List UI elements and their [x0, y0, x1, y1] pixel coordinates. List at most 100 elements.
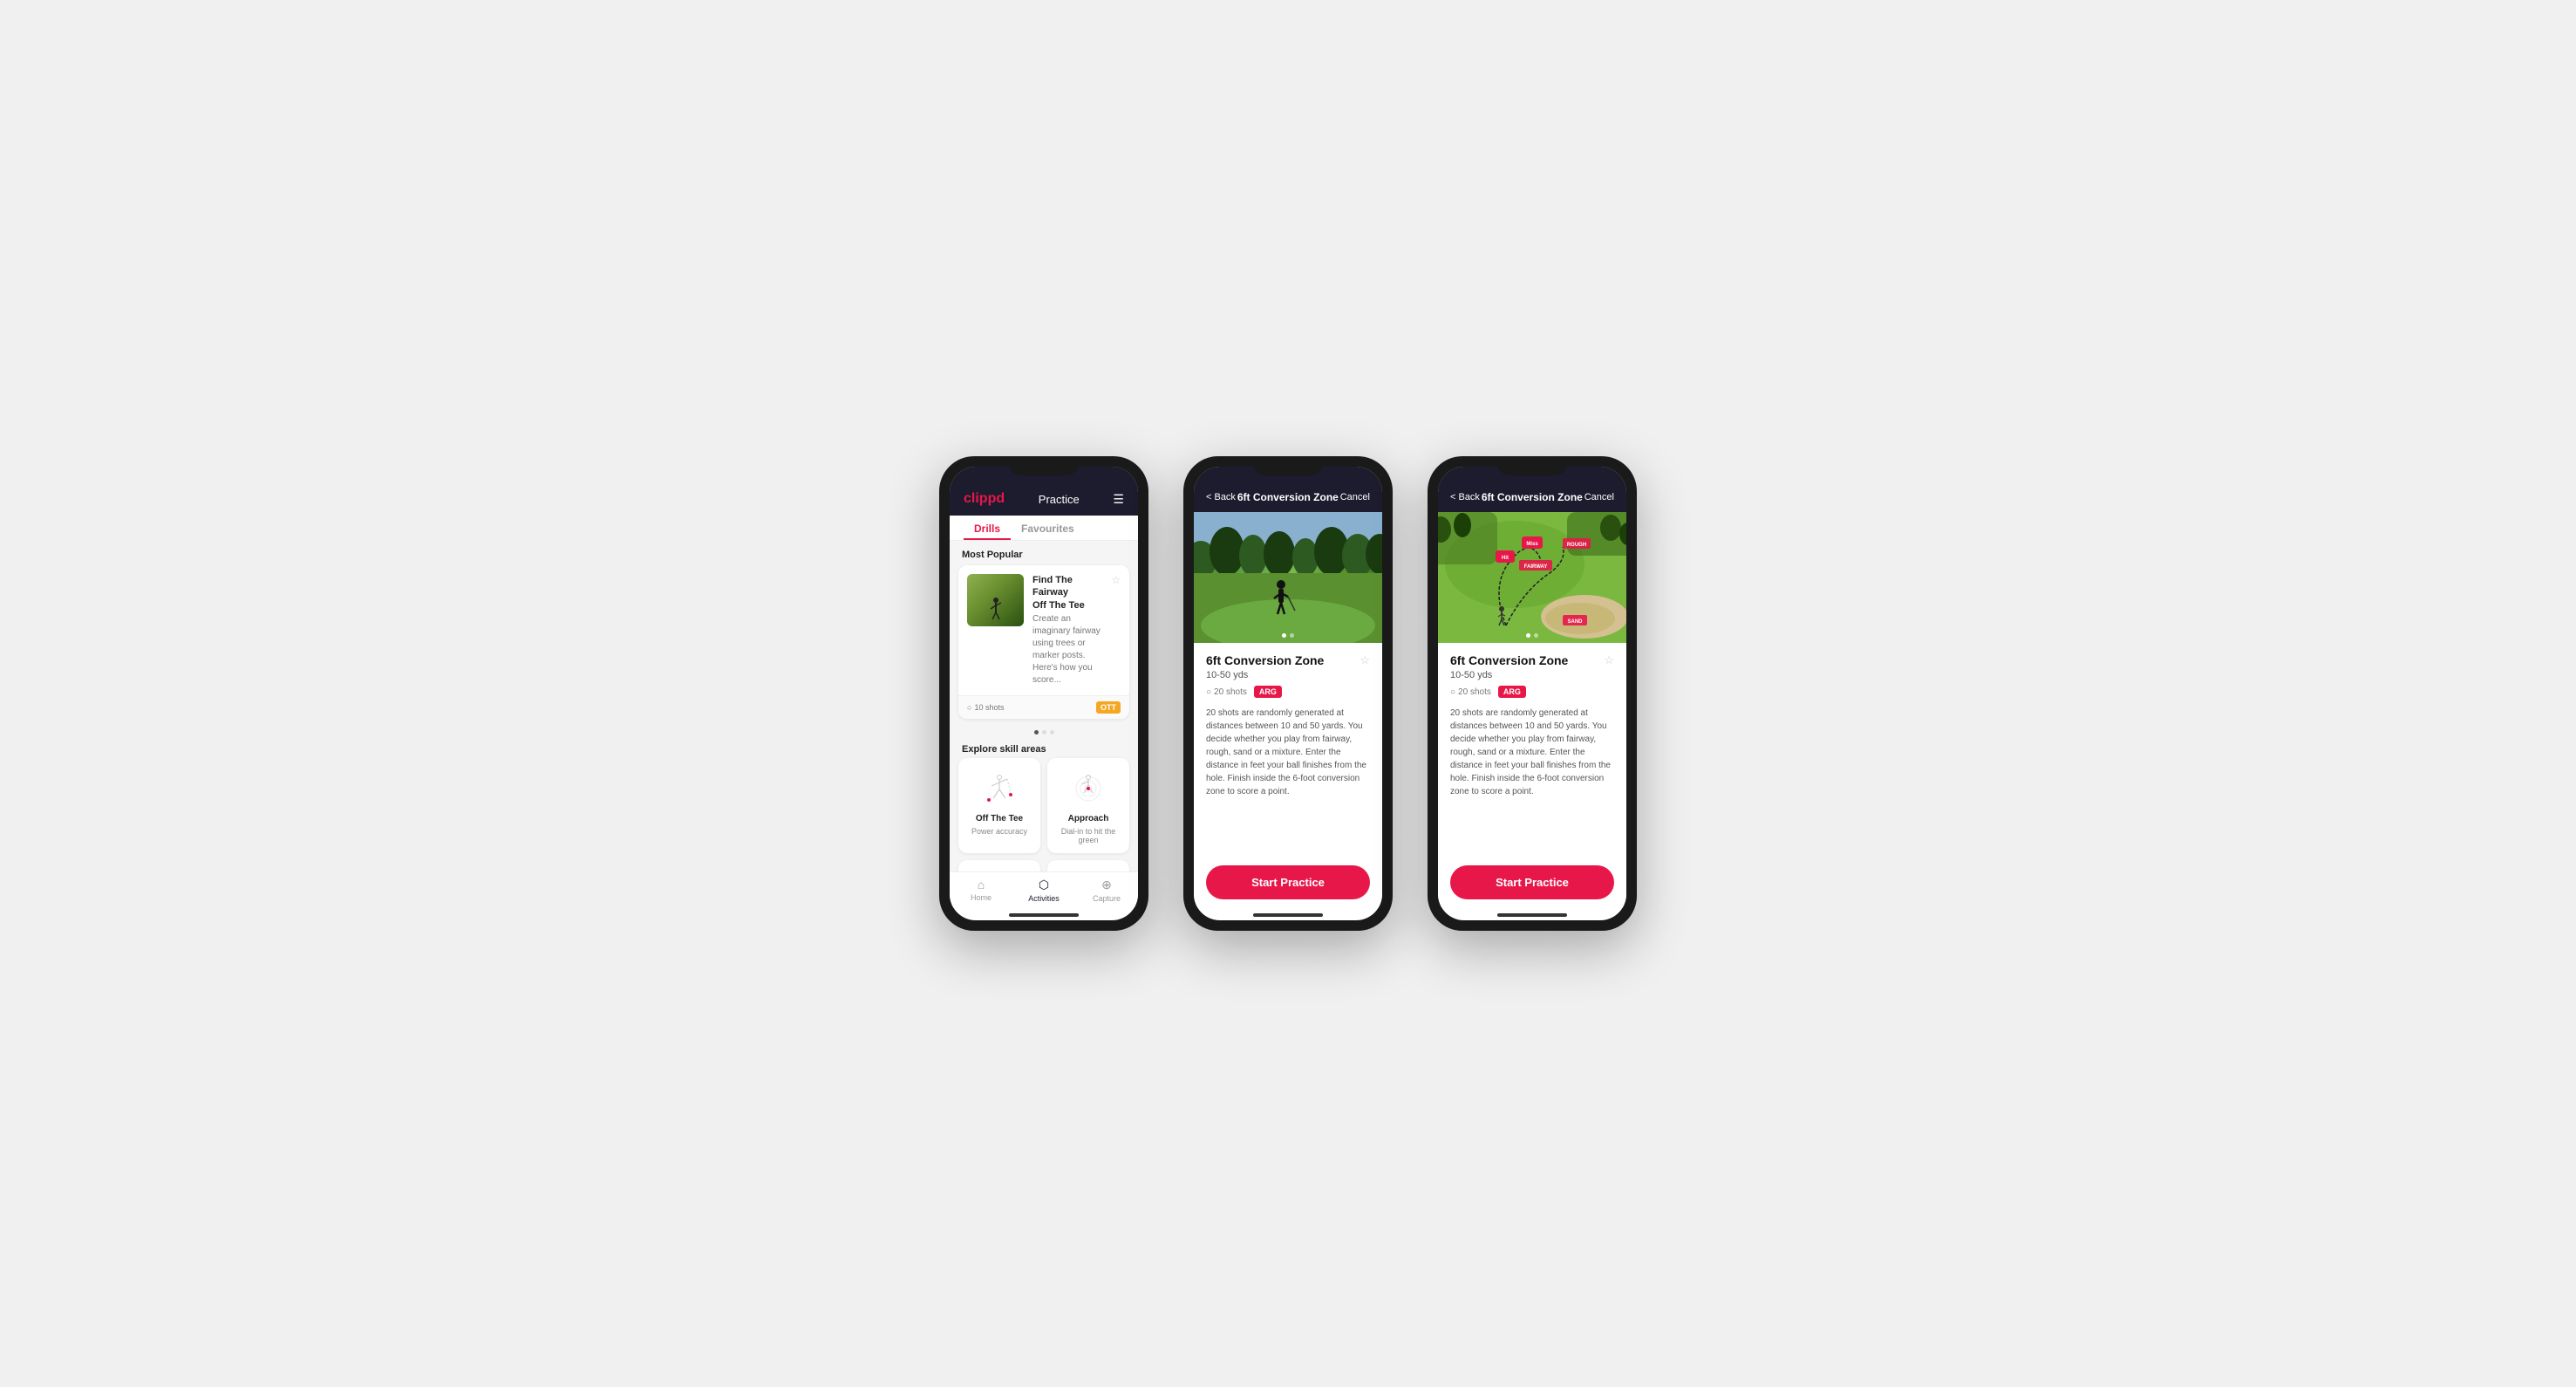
- card-body: Find The Fairway Off The Tee Create an i…: [958, 565, 1129, 695]
- svg-text:SAND: SAND: [1567, 619, 1583, 625]
- start-practice-button-3[interactable]: Start Practice: [1450, 865, 1614, 899]
- skill-card-putting[interactable]: Putting Make and lag practice: [1047, 860, 1129, 871]
- drill-meta: ○ 20 shots ARG: [1206, 686, 1370, 698]
- home-bar-1: [1009, 913, 1079, 917]
- drill-description-3: 20 shots are randomly generated at dista…: [1450, 707, 1614, 798]
- approach-name: Approach: [1068, 814, 1109, 823]
- tab-drills[interactable]: Drills: [964, 516, 1011, 540]
- phone1-header-title: Practice: [1039, 493, 1080, 506]
- drill-range-3: 10-50 yds: [1450, 670, 1568, 680]
- start-practice-button-2[interactable]: Start Practice: [1206, 865, 1370, 899]
- phone-notch-1: [1009, 456, 1079, 475]
- featured-drill-card[interactable]: Find The Fairway Off The Tee Create an i…: [958, 565, 1129, 719]
- phone-1-screen: clippd Practice ☰ Drills Favourites Most…: [950, 467, 1138, 920]
- svg-text:FAIRWAY: FAIRWAY: [1524, 564, 1548, 570]
- home-bar-2: [1253, 913, 1323, 917]
- phone-3-screen: < Back 6ft Conversion Zone Cancel: [1438, 467, 1626, 920]
- ott-icon: [976, 767, 1024, 810]
- dot-1: [1034, 730, 1039, 734]
- drill-meta-3: ○ 20 shots ARG: [1450, 686, 1614, 698]
- phone3-cta: Start Practice: [1438, 857, 1626, 908]
- phone-notch-3: [1497, 456, 1567, 475]
- phone-2: < Back 6ft Conversion Zone Cancel: [1183, 456, 1393, 931]
- nav-activities[interactable]: ⬡ Activities: [1012, 878, 1075, 903]
- back-button-2[interactable]: < Back: [1206, 492, 1236, 502]
- phone2-title: 6ft Conversion Zone: [1237, 491, 1339, 503]
- card-description: Create an imaginary fairway using trees …: [1032, 613, 1102, 687]
- drill-description-2: 20 shots are randomly generated at dista…: [1206, 707, 1370, 798]
- card-favourite-icon[interactable]: ☆: [1111, 574, 1121, 586]
- back-button-3[interactable]: < Back: [1450, 492, 1480, 502]
- capture-label: Capture: [1093, 894, 1121, 903]
- card-shots: ○ 10 shots: [967, 703, 1004, 712]
- dot-2: [1042, 730, 1046, 734]
- dot-3: [1050, 730, 1054, 734]
- menu-icon[interactable]: ☰: [1113, 492, 1124, 507]
- phone2-cta: Start Practice: [1194, 857, 1382, 908]
- nav-home[interactable]: ⌂ Home: [950, 878, 1012, 903]
- nav-capture[interactable]: ⊕ Capture: [1075, 878, 1138, 903]
- card-text: Find The Fairway Off The Tee Create an i…: [1032, 574, 1102, 687]
- drill-favourite-2[interactable]: ☆: [1360, 653, 1370, 667]
- drill-range: 10-50 yds: [1206, 670, 1324, 680]
- explore-label: Explore skill areas: [950, 739, 1138, 758]
- activities-label: Activities: [1028, 894, 1060, 903]
- skill-card-approach[interactable]: Approach Dial-in to hit the green: [1047, 758, 1129, 853]
- phone-3: < Back 6ft Conversion Zone Cancel: [1428, 456, 1637, 931]
- approach-desc: Dial-in to hit the green: [1056, 827, 1121, 844]
- drill-hero-image: [1194, 512, 1382, 643]
- svg-text:ROUGH: ROUGH: [1567, 543, 1586, 548]
- card-footer: ○ 10 shots OTT: [958, 695, 1129, 719]
- capture-icon: ⊕: [1101, 878, 1112, 892]
- tab-favourites[interactable]: Favourites: [1011, 516, 1085, 540]
- activities-icon: ⬡: [1039, 878, 1049, 892]
- shots-label-3: ○ 20 shots: [1450, 687, 1491, 697]
- cancel-button-3[interactable]: Cancel: [1584, 492, 1614, 502]
- card-subtitle: Off The Tee: [1032, 599, 1102, 612]
- card-title: Find The Fairway: [1032, 574, 1102, 599]
- phone-1: clippd Practice ☰ Drills Favourites Most…: [939, 456, 1148, 931]
- shots-label: ○ 20 shots: [1206, 687, 1247, 697]
- clock-icon-2: ○: [1206, 687, 1211, 697]
- hero-dots: [1282, 633, 1294, 638]
- phone2-content: 6ft Conversion Zone 10-50 yds ☆ ○ 20 sho…: [1194, 512, 1382, 857]
- map-dot-2: [1534, 633, 1538, 638]
- drill-info-3: 6ft Conversion Zone 10-50 yds ☆ ○ 20 sho…: [1438, 643, 1626, 809]
- home-label: Home: [971, 893, 992, 902]
- phone-notch-2: [1253, 456, 1323, 475]
- card-dots: [950, 726, 1138, 739]
- phone1-tabs: Drills Favourites: [950, 516, 1138, 541]
- phone-2-screen: < Back 6ft Conversion Zone Cancel: [1194, 467, 1382, 920]
- drill-name: 6ft Conversion Zone: [1206, 653, 1324, 667]
- most-popular-label: Most Popular: [950, 541, 1138, 565]
- drill-header-3: 6ft Conversion Zone 10-50 yds ☆: [1450, 653, 1614, 680]
- hero-dot-2: [1290, 633, 1294, 638]
- card-tag: OTT: [1096, 701, 1121, 714]
- drill-name-3: 6ft Conversion Zone: [1450, 653, 1568, 667]
- shots-count: 20 shots: [1214, 687, 1247, 697]
- clippd-logo: clippd: [964, 491, 1005, 507]
- map-dots: [1526, 633, 1538, 638]
- drill-tag-2: ARG: [1254, 686, 1282, 698]
- drill-map-image: Hit Miss FAIRWAY ROUGH SAND: [1438, 512, 1626, 643]
- phone3-content: Hit Miss FAIRWAY ROUGH SAND: [1438, 512, 1626, 857]
- golfer-svg: [987, 597, 1005, 623]
- skill-card-atg[interactable]: Around The Green Hone your short game: [958, 860, 1040, 871]
- cancel-button-2[interactable]: Cancel: [1340, 492, 1370, 502]
- approach-icon: [1065, 767, 1113, 810]
- card-image: [967, 574, 1024, 626]
- drill-name-group-3: 6ft Conversion Zone 10-50 yds: [1450, 653, 1568, 680]
- clock-icon-3: ○: [1450, 687, 1455, 697]
- clock-icon: ○: [967, 703, 971, 712]
- phone3-title: 6ft Conversion Zone: [1482, 491, 1583, 503]
- shots-count-3: 20 shots: [1458, 687, 1491, 697]
- card-image-inner: [967, 574, 1024, 626]
- ott-desc: Power accuracy: [971, 827, 1027, 836]
- home-icon: ⌂: [978, 878, 985, 892]
- ott-name: Off The Tee: [976, 814, 1023, 823]
- drill-header: 6ft Conversion Zone 10-50 yds ☆: [1206, 653, 1370, 680]
- skills-grid: Off The Tee Power accuracy: [950, 758, 1138, 871]
- drill-name-group: 6ft Conversion Zone 10-50 yds: [1206, 653, 1324, 680]
- drill-favourite-3[interactable]: ☆: [1604, 653, 1614, 667]
- skill-card-ott[interactable]: Off The Tee Power accuracy: [958, 758, 1040, 853]
